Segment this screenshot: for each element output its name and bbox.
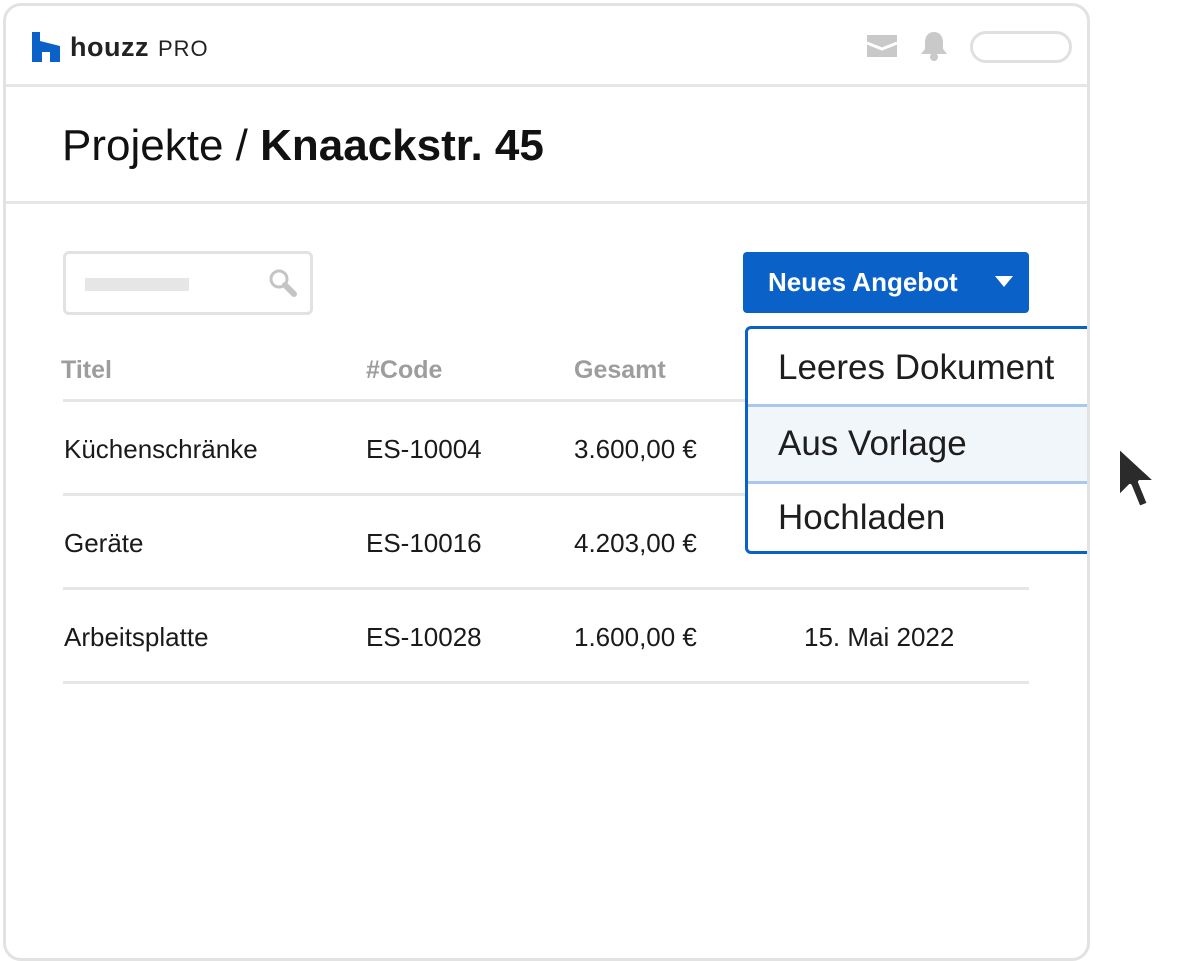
brand-name: houzz [70,31,149,62]
cell-title: Arbeitsplatte [64,622,209,652]
new-offer-dropdown-menu: Leeres Dokument Aus Vorlage Hochladen [745,326,1087,554]
cell-date: 15. Mai 2022 [804,622,955,652]
cell-code: ES-10016 [366,528,482,558]
page-header: Projekte / Knaackstr. 45 [6,87,1087,204]
menu-item-upload[interactable]: Hochladen [748,484,1087,551]
search-icon [269,269,297,297]
profile-pill[interactable] [970,31,1072,63]
top-bar: houzz PRO [6,6,1087,87]
brand-logo[interactable]: houzz PRO [32,30,209,64]
table-divider [63,587,1029,590]
new-offer-button[interactable]: Neues Angebot [743,252,1029,313]
cell-code: ES-10028 [366,622,482,652]
chevron-down-icon [995,276,1013,287]
search-input[interactable] [63,251,313,315]
column-header-code[interactable]: #Code [366,356,442,385]
bell-icon[interactable] [919,30,949,62]
app-window: houzz PRO Projekte / Knaackstr. 45 Neues… [3,3,1090,961]
cell-total: 3.600,00 € [574,434,697,464]
breadcrumb-current: Knaackstr. 45 [260,121,544,170]
menu-item-blank-document[interactable]: Leeres Dokument [748,329,1087,406]
mouse-pointer-icon [1116,444,1159,510]
inbox-icon[interactable] [866,33,898,59]
cell-total: 1.600,00 € [574,622,697,652]
cell-total: 4.203,00 € [574,528,697,558]
column-header-title[interactable]: Titel [61,356,112,385]
cell-code: ES-10004 [366,434,482,464]
brand-suffix: PRO [157,35,209,61]
breadcrumb-parent[interactable]: Projekte / [62,121,248,170]
new-offer-label: Neues Angebot [768,267,958,297]
cell-title: Geräte [64,528,144,558]
table-divider [63,681,1029,684]
search-placeholder [85,278,189,291]
cell-title: Küchenschränke [64,434,258,464]
menu-item-from-template[interactable]: Aus Vorlage [748,404,1087,484]
logo-mark-icon [32,32,60,62]
page-title: Projekte / Knaackstr. 45 [62,121,544,171]
column-header-total[interactable]: Gesamt [574,356,666,385]
